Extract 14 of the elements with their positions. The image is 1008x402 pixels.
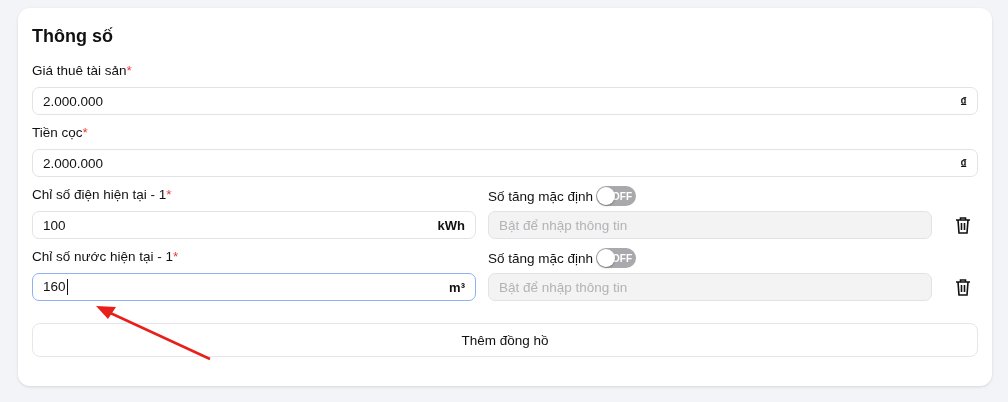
input-field[interactable]: 160 m³: [32, 273, 476, 301]
field-label: Giá thuê tài sản*: [32, 63, 133, 80]
add-meter-button[interactable]: Thêm đồng hồ: [32, 323, 978, 357]
field-label: Chỉ số điện hiện tại - 1*: [32, 187, 173, 204]
section-title: Thông số: [32, 26, 114, 47]
field-label: Chỉ số nước hiện tại - 1*: [32, 249, 180, 266]
trash-icon: [955, 216, 971, 234]
input-field[interactable]: 2.000.000 ₫: [32, 149, 978, 177]
input-field[interactable]: 100 kWh: [32, 211, 476, 239]
field-label: Số tăng mặc định: [488, 188, 594, 204]
field-label: Tiền cọc*: [32, 125, 89, 142]
field-label: Số tăng mặc định: [488, 250, 594, 266]
trash-icon: [955, 278, 971, 296]
input-field[interactable]: 2.000.000 ₫: [32, 87, 978, 115]
